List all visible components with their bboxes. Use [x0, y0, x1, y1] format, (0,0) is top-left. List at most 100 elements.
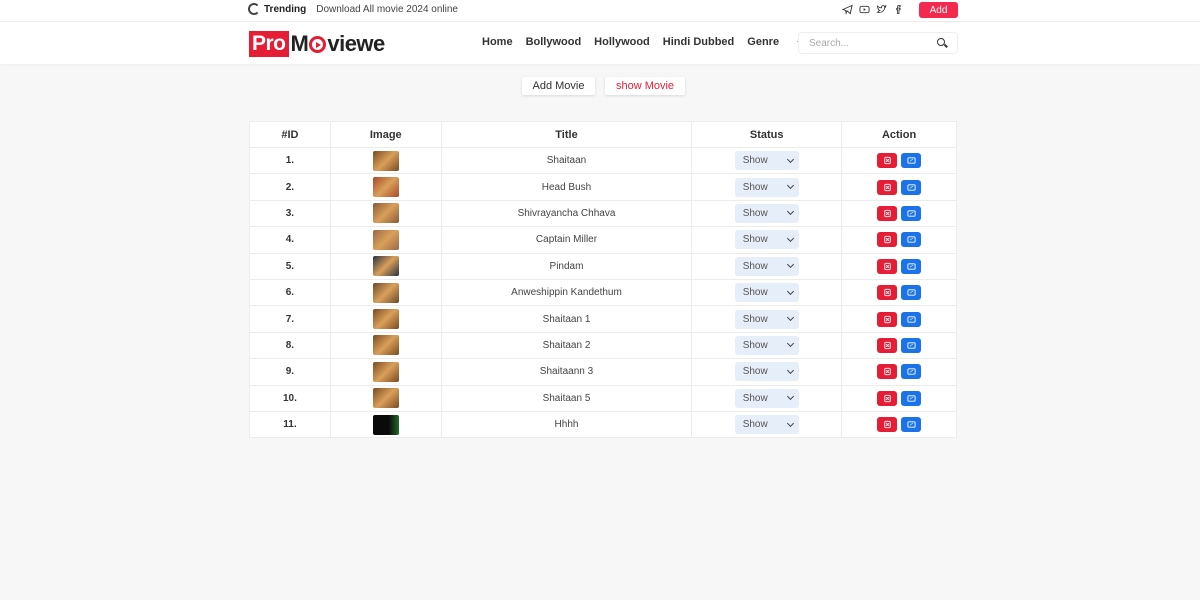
row-actions	[841, 226, 957, 254]
chevron-down-icon	[786, 287, 794, 295]
header-id: #ID	[249, 121, 331, 148]
edit-button[interactable]	[901, 390, 922, 406]
delete-button[interactable]	[877, 232, 898, 248]
movie-thumbnail[interactable]	[372, 335, 399, 356]
edit-button[interactable]	[901, 364, 922, 380]
delete-icon	[883, 420, 891, 429]
row-status-cell: Show	[691, 252, 843, 280]
nav-home[interactable]: Home	[482, 36, 513, 48]
logo[interactable]: Pro Mviewe	[249, 30, 385, 57]
status-value: Show	[742, 155, 768, 167]
table-row: 11. Hhhh Show	[249, 410, 957, 439]
status-select[interactable]: Show	[734, 203, 799, 223]
delete-button[interactable]	[877, 153, 898, 169]
movie-thumbnail[interactable]	[372, 309, 399, 330]
search-input[interactable]	[809, 33, 929, 54]
status-select[interactable]: Show	[734, 309, 799, 329]
row-title: Anweshippin Kandethum	[440, 278, 693, 307]
edit-button[interactable]	[901, 417, 922, 433]
edit-icon	[907, 421, 916, 428]
edit-button[interactable]	[901, 179, 922, 195]
row-status-cell: Show	[691, 173, 843, 201]
nav-hindi-dubbed[interactable]: Hindi Dubbed	[663, 36, 735, 48]
status-select[interactable]: Show	[734, 256, 799, 276]
movie-thumbnail[interactable]	[372, 150, 399, 171]
delete-button[interactable]	[877, 390, 898, 406]
edit-button[interactable]	[901, 153, 922, 169]
movie-thumbnail[interactable]	[372, 388, 399, 409]
status-select[interactable]: Show	[734, 388, 799, 408]
row-image-cell	[329, 331, 442, 360]
nav-hollywood[interactable]: Hollywood	[594, 36, 650, 48]
movie-thumbnail[interactable]	[372, 203, 399, 224]
delete-icon	[883, 157, 891, 165]
edit-button[interactable]	[901, 311, 922, 327]
add-movie-tab[interactable]: Add Movie	[522, 77, 595, 95]
edit-button[interactable]	[901, 258, 922, 274]
table-row: 7. Shaitaan 1 Show	[249, 305, 957, 333]
loading-icon	[248, 3, 260, 15]
row-id: 1.	[249, 146, 331, 175]
chevron-down-icon	[786, 182, 794, 190]
movie-thumbnail[interactable]	[372, 177, 399, 198]
delete-button[interactable]	[877, 258, 898, 274]
row-image-cell	[329, 410, 442, 439]
status-select[interactable]: Show	[734, 283, 799, 303]
row-status-cell: Show	[691, 331, 843, 360]
edit-icon	[907, 210, 916, 217]
movie-thumbnail[interactable]	[372, 256, 399, 277]
delete-icon	[883, 368, 891, 376]
row-id: 7.	[249, 305, 331, 333]
status-value: Show	[742, 339, 768, 351]
delete-button[interactable]	[877, 364, 898, 380]
edit-button[interactable]	[901, 232, 922, 248]
status-select[interactable]: Show	[734, 335, 799, 355]
social-links	[842, 4, 904, 15]
delete-button[interactable]	[877, 205, 898, 221]
search-icon[interactable]	[937, 38, 945, 46]
logo-rest: viewe	[327, 30, 385, 56]
edit-button[interactable]	[901, 337, 922, 353]
table-header-row: #ID Image Title Status Action	[249, 121, 957, 148]
facebook-icon[interactable]	[893, 4, 904, 15]
movie-table: #ID Image Title Status Action 1. Shaitaan…	[249, 121, 957, 439]
nav-bollywood[interactable]: Bollywood	[526, 36, 582, 48]
delete-button[interactable]	[877, 337, 898, 353]
delete-button[interactable]	[877, 311, 898, 327]
row-id: 10.	[249, 384, 331, 412]
movie-thumbnail[interactable]	[372, 414, 399, 435]
status-select[interactable]: Show	[734, 177, 799, 197]
movie-thumbnail[interactable]	[372, 229, 399, 250]
delete-button[interactable]	[877, 179, 898, 195]
youtube-icon[interactable]	[859, 4, 870, 15]
delete-icon	[883, 394, 891, 402]
telegram-icon[interactable]	[842, 4, 853, 15]
row-title: Shaitaan 1	[440, 305, 693, 333]
delete-button[interactable]	[877, 285, 898, 301]
edit-button[interactable]	[901, 205, 922, 221]
status-value: Show	[742, 366, 768, 378]
edit-icon	[907, 183, 916, 191]
edit-button[interactable]	[901, 285, 922, 301]
show-movie-tab[interactable]: show Movie	[605, 77, 685, 95]
status-select[interactable]: Show	[734, 362, 799, 382]
row-image-cell	[329, 278, 442, 307]
chevron-down-icon	[786, 366, 794, 374]
twitter-icon[interactable]	[876, 4, 887, 15]
table-row: 2. Head Bush Show	[249, 173, 957, 201]
delete-button[interactable]	[877, 417, 898, 433]
table-row: 3. Shivrayancha Chhava Show	[249, 199, 957, 228]
status-select[interactable]: Show	[734, 415, 799, 435]
row-title: Shivrayancha Chhava	[440, 199, 693, 228]
status-select[interactable]: Show	[734, 230, 799, 250]
row-status-cell: Show	[691, 226, 843, 254]
trending-text[interactable]: Download All movie 2024 online	[316, 4, 458, 15]
add-button[interactable]: Add	[919, 2, 958, 18]
status-select[interactable]: Show	[734, 151, 799, 171]
table-row: 5. Pindam Show	[249, 252, 957, 280]
movie-thumbnail[interactable]	[372, 282, 399, 303]
row-status-cell: Show	[691, 278, 843, 307]
delete-icon	[883, 315, 891, 323]
status-value: Show	[742, 287, 768, 299]
movie-thumbnail[interactable]	[372, 361, 399, 382]
